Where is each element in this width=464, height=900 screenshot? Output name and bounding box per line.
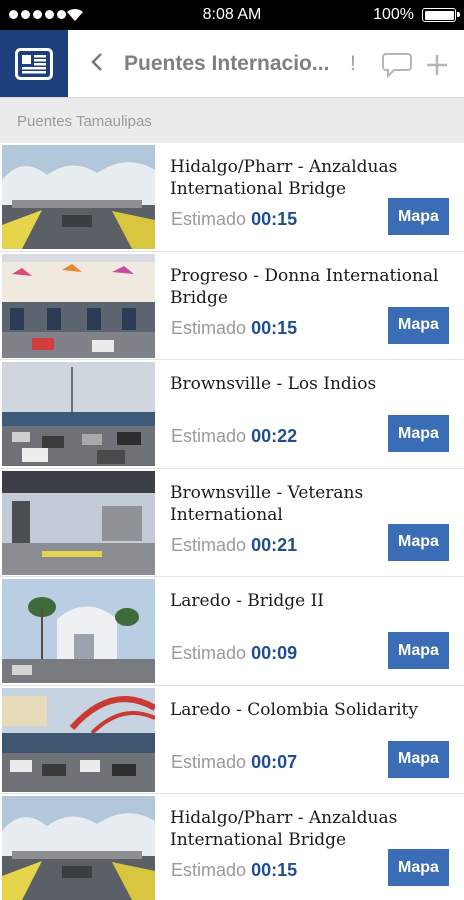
- nav-bar: Puentes Internacio... !: [0, 30, 464, 97]
- list-item[interactable]: Hidalgo/Pharr - Anzalduas International …: [0, 143, 464, 252]
- map-button[interactable]: Mapa: [388, 523, 449, 561]
- wait-time: 00:07: [251, 751, 298, 772]
- list-item[interactable]: Brownsville - Veterans International Est…: [0, 468, 464, 577]
- map-button[interactable]: Mapa: [388, 415, 449, 452]
- chat-bubble-icon[interactable]: [382, 52, 412, 78]
- list-item[interactable]: Hidalgo/Pharr - Anzalduas International …: [0, 794, 464, 900]
- status-bar: 8:08 AM 100%: [0, 0, 464, 30]
- map-button[interactable]: Mapa: [388, 740, 449, 778]
- bridge-photo: [2, 470, 155, 575]
- bridge-photo: [2, 579, 155, 683]
- plus-icon[interactable]: [426, 54, 448, 76]
- bridge-name: Brownsville - Veterans International: [170, 482, 364, 525]
- back-chevron-icon[interactable]: [88, 50, 106, 74]
- estimated-wait: Estimado 00:09: [171, 643, 298, 663]
- wait-time: 00:21: [251, 534, 298, 555]
- map-button[interactable]: Mapa: [388, 632, 449, 669]
- estimated-wait: Estimado 00:15: [171, 317, 298, 338]
- section-title: Puentes Tamaulipas: [17, 113, 152, 130]
- estimated-wait: Estimado 00:15: [171, 209, 298, 229]
- battery-icon: [422, 8, 460, 22]
- bridge-name: Hidalgo/Pharr - Anzalduas International …: [170, 157, 398, 199]
- page-title: Puentes Internacio...: [124, 52, 330, 75]
- newspaper-icon[interactable]: [0, 30, 68, 97]
- wait-time: 00:15: [251, 209, 298, 229]
- bridge-list: Hidalgo/Pharr - Anzalduas International …: [0, 143, 464, 900]
- bridge-photo: [2, 145, 155, 249]
- bridge-photo: [2, 796, 155, 900]
- estimated-wait: Estimado 00:15: [171, 860, 298, 880]
- bridge-photo: [2, 362, 155, 466]
- battery-percent: 100%: [373, 6, 414, 23]
- section-header: Puentes Tamaulipas: [0, 97, 464, 143]
- bridge-photo: [2, 687, 155, 792]
- bridge-name: Brownsville - Los Indios: [170, 374, 377, 394]
- estimated-wait: Estimado 00:07: [171, 751, 298, 772]
- estimated-wait: Estimado 00:21: [171, 534, 298, 555]
- list-item[interactable]: Laredo - Bridge II Estimado 00:09 Mapa: [0, 577, 464, 686]
- wait-time: 00:22: [251, 426, 298, 446]
- wait-time: 00:15: [251, 317, 298, 338]
- map-button[interactable]: Mapa: [388, 306, 449, 344]
- list-item[interactable]: Progreso - Donna International Bridge Es…: [0, 251, 464, 360]
- estimated-wait: Estimado 00:22: [171, 426, 298, 446]
- bridge-name: Laredo - Colombia Solidarity: [170, 699, 418, 720]
- list-item[interactable]: Brownsville - Los Indios Estimado 00:22 …: [0, 360, 464, 469]
- wait-time: 00:09: [251, 643, 298, 663]
- wait-time: 00:15: [251, 860, 298, 880]
- title-suffix: !: [350, 52, 356, 75]
- bridge-name: Hidalgo/Pharr - Anzalduas International …: [170, 808, 398, 850]
- map-button[interactable]: Mapa: [388, 198, 449, 235]
- bridge-name: Progreso - Donna International Bridge: [170, 265, 439, 308]
- bridge-photo: [2, 253, 155, 358]
- list-item[interactable]: Laredo - Colombia Solidarity Estimado 00…: [0, 685, 464, 794]
- bridge-name: Laredo - Bridge II: [170, 591, 324, 611]
- map-button[interactable]: Mapa: [388, 849, 449, 886]
